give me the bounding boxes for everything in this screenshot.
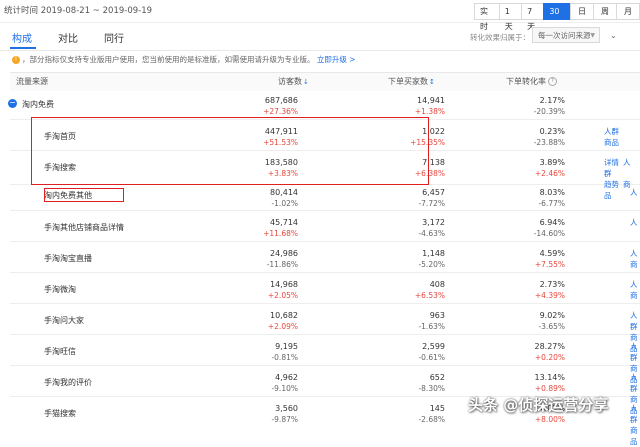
table-header: 流量来源 访客数↓ 下单买家数↕ 下单转化率? [10, 72, 640, 92]
products-link[interactable]: 商品 [604, 137, 619, 148]
visitors-cell: 45,714 +11.68% [263, 218, 298, 238]
row-actions: 人 [630, 187, 638, 198]
source-label: 手淘淘宝直播 [44, 254, 92, 263]
column-header-rate[interactable]: 下单转化率? [506, 76, 557, 87]
rate-cell: 9.02% -3.65% [538, 311, 565, 331]
attribution-select-value: 每一次访问来源 [538, 31, 591, 40]
range-day-button[interactable]: 日 [570, 3, 595, 20]
range-30day-button[interactable]: 30天 [543, 3, 572, 31]
column-header-buyers[interactable]: 下单买家数↕ [388, 76, 435, 87]
crowd-link[interactable]: 人 [630, 279, 638, 290]
crowd-link[interactable]: 人群 [604, 126, 619, 137]
buyers-cell: 14,941 +1.38% [414, 96, 445, 116]
attribution-label: 转化效果归属于： [470, 33, 530, 42]
visitors-cell: 10,682 +2.09% [267, 311, 298, 331]
source-label: 手猫搜索 [44, 409, 76, 418]
table-row: 手淘微淘 14,968 +2.05% 408 +6.53% 2.73% +4.39% … [10, 273, 640, 304]
column-header-source: 流量来源 [16, 77, 48, 86]
crowd-link[interactable]: 人 [630, 217, 638, 228]
range-1day-button[interactable]: 1天 [498, 3, 523, 31]
details-link[interactable]: 详情 [604, 158, 619, 167]
tab-composition[interactable]: 构成 [12, 30, 32, 45]
visitors-cell: 4,962 -9.10% [271, 373, 298, 393]
source-label: 手淘微淘 [44, 285, 76, 294]
rate-cell: 4.59% +7.55% [534, 249, 565, 269]
tab-compare[interactable]: 对比 [58, 30, 78, 45]
range-realtime-button[interactable]: 实时 [474, 3, 500, 31]
rate-cell: 3.89% +2.46% [534, 158, 565, 178]
range-7day-button[interactable]: 7天 [521, 3, 545, 31]
table-row: 手淘其他店铺商品详情 45,714 +11.68% 3,172 -4.63% 6.9… [10, 211, 640, 242]
source-label: 手淘其他店铺商品详情 [44, 223, 124, 232]
crowd-link[interactable]: 人群 [630, 310, 640, 332]
column-header-visitors[interactable]: 访客数↓ [278, 76, 309, 87]
watermark: 头条 @侦探运营分享 [468, 396, 609, 414]
rate-cell: 6.94% -14.60% [533, 218, 565, 238]
notice-text: ，部分指标仅支持专业版用户使用，您当前使用的是标准版，如需使用请升级为专业版。 [22, 55, 315, 64]
rate-cell: 8.03% -6.77% [538, 188, 565, 208]
buyers-cell: 408 +6.53% [414, 280, 445, 300]
upgrade-notice: ! ，部分指标仅支持专业版用户使用，您当前使用的是标准版，如需使用请升级为专业版。… [12, 54, 356, 65]
table-row: 手淘淘宝直播 24,986 -11.86% 1,148 -5.20% 4.59% +7… [10, 242, 640, 273]
source-label: 手淘问大家 [44, 316, 84, 325]
active-tab-indicator [10, 47, 36, 49]
crowd-link[interactable]: 人群 [630, 372, 640, 394]
row-actions: 人群 商品 [630, 403, 640, 447]
highlight-annotation [31, 117, 429, 185]
rate-cell: 2.73% +4.39% [534, 280, 565, 300]
table-row: 手淘我的评价 4,962 -9.10% 652 -8.30% 13.14% +0.89… [10, 366, 640, 415]
table-row: 手淘旺信 9,195 -0.81% 2,599 -0.61% 28.27% +0.20… [10, 335, 640, 384]
visitors-cell: 80,414 -1.02% [270, 188, 298, 208]
range-month-button[interactable]: 月 [616, 3, 640, 20]
rate-cell: 13.14% +0.89% [534, 373, 565, 393]
attribution-select[interactable]: 每一次访问来源 ▼ [532, 27, 600, 43]
visitors-cell: 3,560 -9.87% [271, 404, 298, 424]
row-actions: 人 [630, 217, 638, 228]
rate-cell: 0.23% -23.88% [533, 127, 565, 147]
row-actions: 人群 商品 [604, 126, 619, 148]
buyers-cell: 652 -8.30% [418, 373, 445, 393]
buyers-cell: 3,172 -4.63% [418, 218, 445, 238]
rate-cell: 28.27% +0.20% [534, 342, 565, 362]
group-label: 淘内免费 [22, 100, 54, 109]
visitors-cell: 14,968 +2.05% [267, 280, 298, 300]
table-row-group: − 淘内免费 687,686 +27.36% 14,941 +1.38% 2.17%… [8, 91, 640, 120]
buyers-cell: 2,599 -0.61% [418, 342, 445, 362]
buyers-cell: 1,148 -5.20% [418, 249, 445, 269]
info-icon: ? [548, 77, 557, 86]
visitors-cell: 687,686 +27.36% [263, 96, 298, 116]
row-actions: 人 商 [630, 248, 638, 270]
crowd-link[interactable]: 人群 [630, 341, 640, 363]
sort-icon[interactable]: ↕ [429, 78, 435, 86]
table-row: 手淘问大家 10,682 +2.09% 963 -1.63% 9.02% -3.65%… [10, 304, 640, 353]
products-link[interactable]: 商 [630, 259, 638, 270]
buyers-cell: 145 -2.68% [418, 404, 445, 424]
highlight-annotation-small [44, 188, 124, 202]
chevron-down-icon: ▼ [590, 32, 595, 39]
crowd-link[interactable]: 人 [630, 187, 638, 198]
sort-desc-icon[interactable]: ↓ [303, 78, 309, 86]
date-range-label: 统计时间 2019-08-21 ~ 2019-09-19 [4, 6, 153, 16]
crowd-link[interactable]: 人群 [630, 403, 640, 425]
products-link[interactable]: 商品 [630, 425, 640, 447]
time-range-selector: 实时 1天 7天 30天 日 周 月 [474, 3, 640, 31]
top-bar: 统计时间 2019-08-21 ~ 2019-09-19 实时 1天 7天 30… [0, 0, 640, 31]
source-label: 手淘旺信 [44, 347, 76, 356]
visitors-cell: 9,195 -0.81% [271, 342, 298, 362]
warning-icon: ! [12, 56, 20, 64]
visitors-cell: 24,986 -11.86% [266, 249, 298, 269]
products-link[interactable]: 商 [630, 290, 638, 301]
rate-cell: 2.17% -20.39% [533, 96, 565, 116]
range-week-button[interactable]: 周 [593, 3, 618, 20]
upgrade-link[interactable]: 立即升级 > [317, 55, 356, 64]
chevron-down-icon[interactable]: ⌄ [610, 31, 617, 40]
collapse-icon[interactable]: − [8, 99, 17, 108]
buyers-cell: 6,457 -7.72% [418, 188, 445, 208]
row-actions: 人 商 [630, 279, 638, 301]
tab-peers[interactable]: 同行 [104, 30, 124, 45]
source-label: 手淘我的评价 [44, 378, 92, 387]
crowd-link[interactable]: 人 [630, 248, 638, 259]
buyers-cell: 963 -1.63% [418, 311, 445, 331]
